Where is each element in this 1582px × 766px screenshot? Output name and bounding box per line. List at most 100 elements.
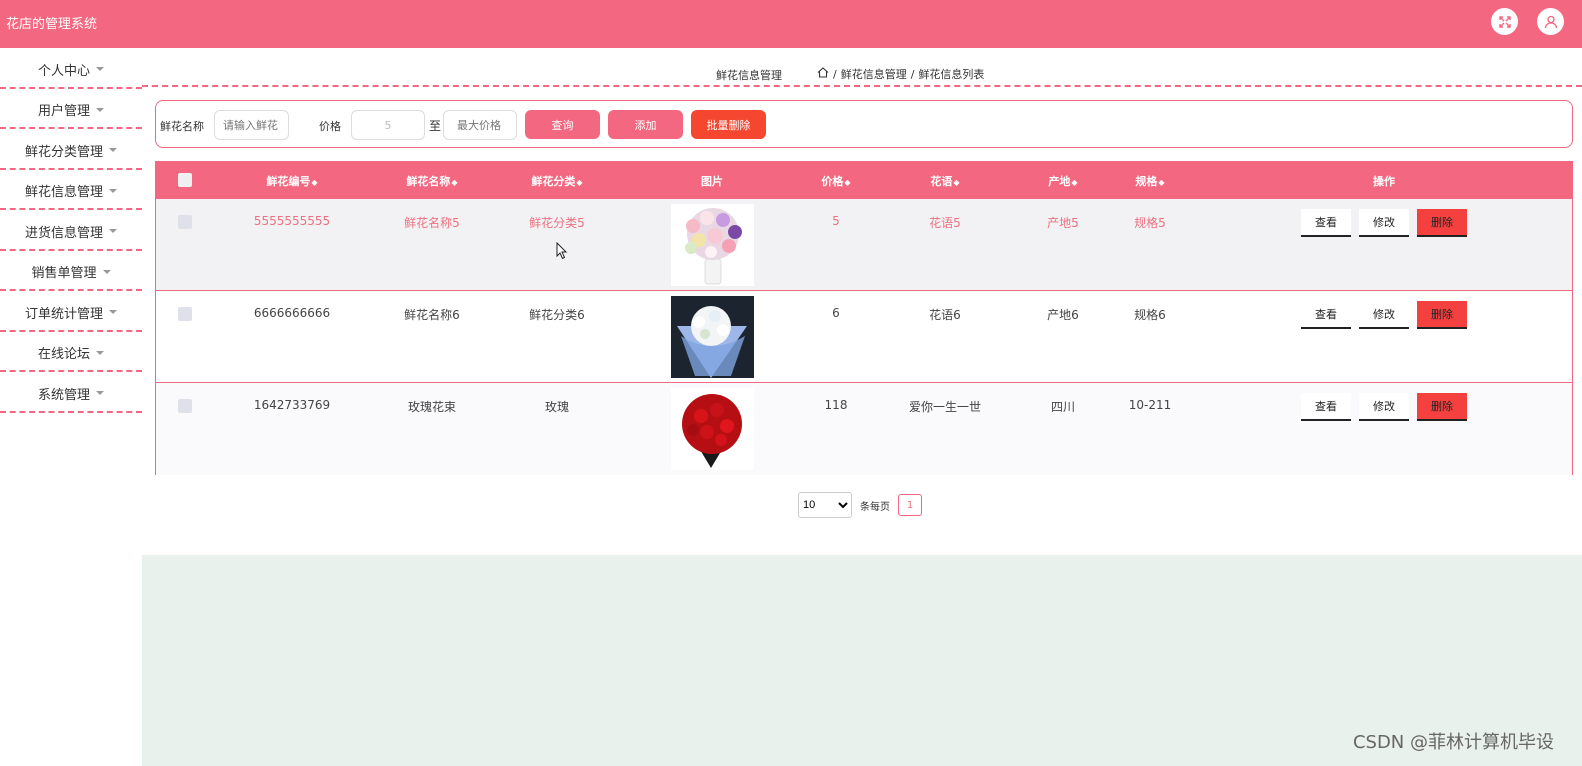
sidebar-item-flower-info[interactable]: 鲜花信息管理	[0, 170, 142, 210]
caret-down-icon	[109, 229, 117, 234]
page-number[interactable]: 1	[898, 494, 922, 516]
sidebar-item-label: 系统管理	[37, 387, 90, 403]
cell-spec: 规格5	[1134, 216, 1166, 230]
cell-flower-id: 1642733769	[253, 398, 331, 412]
sidebar-item-forum[interactable]: 在线论坛	[0, 332, 142, 372]
cell-flower-language: 爱你一生一世	[908, 400, 982, 414]
cell-spec: 规格6	[1134, 308, 1166, 322]
sort-icon: ◆	[1158, 178, 1165, 187]
breadcrumb-separator: /	[833, 67, 837, 81]
flower-image	[671, 388, 754, 470]
price-label: 价格	[319, 120, 341, 133]
caret-down-icon	[96, 350, 104, 355]
row-checkbox[interactable]	[178, 307, 192, 321]
cell-flower-language: 花语5	[929, 216, 961, 230]
header-flower-category[interactable]: 鲜花分类◆	[531, 173, 582, 189]
add-button[interactable]: 添加	[608, 110, 683, 139]
caret-down-icon	[102, 269, 111, 274]
flower-name-input[interactable]	[214, 110, 289, 140]
breadcrumb-item[interactable]: 鲜花信息管理	[841, 66, 907, 82]
table-header: 鲜花编号◆ 鲜花名称◆ 鲜花分类◆ 图片 价格◆ 花语◆ 产地◆ 规格◆ 操作	[156, 161, 1572, 199]
view-button[interactable]: 查看	[1301, 301, 1351, 329]
sidebar-item-purchase-info[interactable]: 进货信息管理	[0, 210, 142, 251]
header-flower-id[interactable]: 鲜花编号◆	[266, 173, 317, 189]
batch-delete-button[interactable]: 批量删除	[691, 110, 766, 139]
row-checkbox[interactable]	[178, 399, 192, 413]
header-actions: 操作	[1373, 175, 1395, 188]
page-title: 鲜花信息管理	[716, 69, 782, 82]
breadcrumb: 鲜花信息管理 / 鲜花信息管理 / 鲜花信息列表	[142, 48, 1582, 87]
cell-origin: 四川	[1050, 400, 1076, 414]
cell-category: 玫瑰	[544, 400, 570, 414]
min-price-input[interactable]	[351, 110, 425, 140]
header-spec[interactable]: 规格◆	[1135, 173, 1164, 189]
flower-image	[671, 204, 754, 286]
edit-button[interactable]: 修改	[1359, 301, 1409, 329]
sidebar-item-user-management[interactable]: 用户管理	[0, 89, 142, 129]
caret-down-icon	[96, 107, 104, 112]
delete-button[interactable]: 删除	[1417, 301, 1467, 329]
header-price[interactable]: 价格◆	[821, 173, 850, 189]
footer-area: CSDN @菲林计算机毕设	[142, 555, 1582, 766]
breadcrumb-separator: /	[910, 67, 915, 81]
fullscreen-icon[interactable]	[1491, 8, 1518, 35]
flower-table: 鲜花编号◆ 鲜花名称◆ 鲜花分类◆ 图片 价格◆ 花语◆ 产地◆ 规格◆ 操作 …	[155, 161, 1573, 475]
cell-price: 118	[824, 398, 848, 412]
home-icon[interactable]	[817, 67, 829, 81]
sort-icon: ◆	[953, 178, 960, 187]
mouse-cursor-icon	[556, 241, 568, 264]
header-flower-language[interactable]: 花语◆	[930, 173, 959, 189]
row-checkbox[interactable]	[178, 215, 192, 229]
cell-flower-id: 6666666666	[253, 306, 331, 320]
table-row: 6666666666 鲜花名称6 鲜花分类6 6 花语6 产地6 规格6 查看 …	[156, 291, 1572, 383]
table-row: 5555555555 鲜花名称5 鲜花分类5 5 花语5 产地5 规格5 查看 …	[156, 199, 1572, 291]
cell-flower-name: 鲜花名称6	[404, 308, 460, 322]
cell-spec: 10-211	[1128, 398, 1172, 412]
user-icon[interactable]	[1537, 8, 1564, 35]
cell-flower-name: 玫瑰花束	[407, 400, 457, 414]
cell-category: 鲜花分类5	[529, 216, 585, 230]
edit-button[interactable]: 修改	[1359, 393, 1409, 421]
sort-icon: ◆	[844, 178, 851, 187]
caret-down-icon	[109, 188, 117, 193]
sort-icon: ◆	[1071, 178, 1078, 187]
sidebar-item-personal-center[interactable]: 个人中心	[0, 48, 142, 89]
sort-icon: ◆	[311, 178, 318, 187]
sidebar-item-label: 鲜花分类管理	[24, 144, 103, 160]
range-separator: 至	[429, 119, 442, 133]
delete-button[interactable]: 删除	[1417, 209, 1467, 237]
cell-flower-language: 花语6	[929, 308, 961, 322]
search-panel: 鲜花名称 价格 至 查询 添加 批量删除	[155, 100, 1573, 148]
per-page-label: 条每页	[860, 501, 890, 513]
sidebar-item-sales[interactable]: 销售单管理	[0, 251, 142, 291]
breadcrumb-item: 鲜花信息列表	[918, 68, 985, 81]
select-all-checkbox[interactable]	[178, 173, 192, 187]
view-button[interactable]: 查看	[1301, 209, 1351, 237]
app-title: 花店的管理系统	[6, 17, 98, 32]
cell-category: 鲜花分类6	[529, 308, 585, 322]
caret-down-icon	[109, 148, 117, 153]
sidebar-item-label: 销售单管理	[31, 266, 97, 282]
sidebar-item-order-stats[interactable]: 订单统计管理	[0, 291, 142, 332]
cell-origin: 产地5	[1047, 216, 1079, 230]
sidebar-item-label: 鲜花信息管理	[24, 185, 103, 201]
header-flower-name[interactable]: 鲜花名称◆	[406, 173, 457, 189]
max-price-input[interactable]	[443, 110, 517, 140]
sidebar-item-label: 用户管理	[37, 104, 90, 120]
sidebar-item-system[interactable]: 系统管理	[0, 372, 142, 413]
header-origin[interactable]: 产地◆	[1048, 173, 1077, 189]
sidebar-item-flower-category[interactable]: 鲜花分类管理	[0, 129, 142, 170]
sidebar-item-label: 订单统计管理	[24, 306, 103, 322]
name-label: 鲜花名称	[160, 120, 204, 133]
page-size-select[interactable]: 10	[798, 492, 852, 518]
sidebar-item-label: 在线论坛	[37, 347, 90, 363]
view-button[interactable]: 查看	[1301, 393, 1351, 421]
delete-button[interactable]: 删除	[1417, 393, 1467, 421]
cell-flower-id: 5555555555	[253, 214, 331, 228]
sort-icon: ◆	[576, 178, 583, 187]
table-row: 1642733769 玫瑰花束 玫瑰 118 爱你一生一世 四川 10-211 …	[156, 383, 1572, 475]
sidebar-item-label: 进货信息管理	[24, 225, 103, 241]
cell-price: 5	[832, 214, 840, 228]
edit-button[interactable]: 修改	[1359, 209, 1409, 237]
query-button[interactable]: 查询	[525, 110, 600, 139]
